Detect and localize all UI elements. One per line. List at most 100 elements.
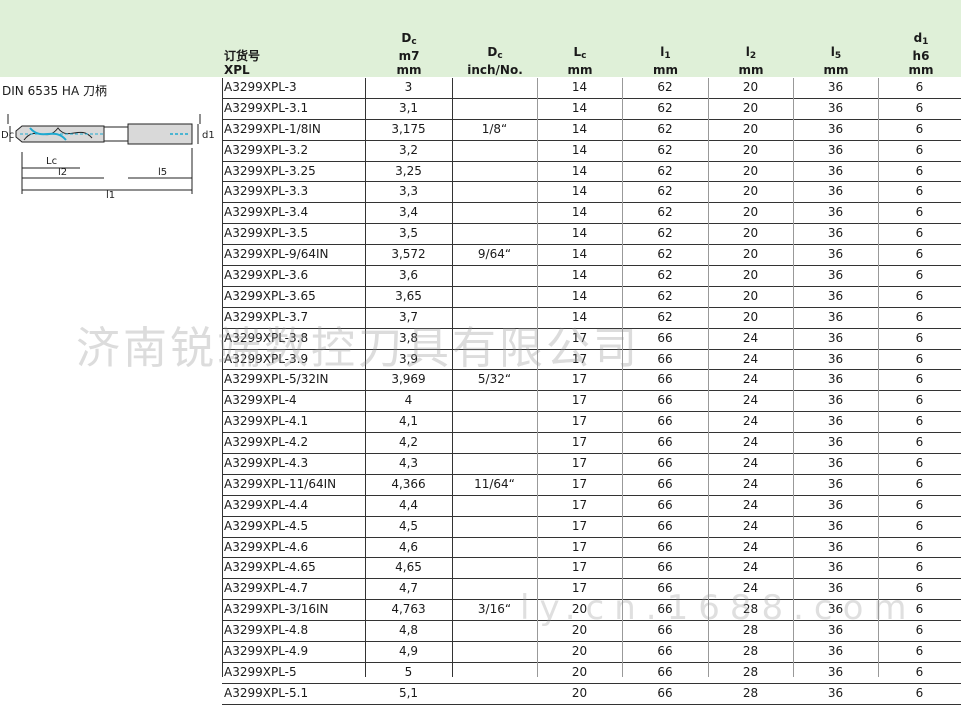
table-row: A3299XPL-3.3 3,3 14 62 20 36 6 — [222, 182, 961, 204]
table-row: A3299XPL-4.4 4,4 17 66 24 36 6 — [222, 496, 961, 517]
cell-l1: 62 — [657, 205, 673, 220]
cell-dc-inch — [452, 203, 537, 223]
cell-dc-metric: 5 — [404, 664, 413, 679]
cell-order-no: A3299XPL-3.2 — [224, 142, 309, 157]
cell-l5: 36 — [827, 560, 844, 575]
table-row: A3299XPL-3.6 3,6 14 62 20 36 6 — [222, 266, 961, 287]
cell-d1: 6 — [915, 560, 924, 575]
cell-dc-metric: 3 — [404, 80, 413, 94]
cell-l1: 62 — [657, 288, 673, 303]
table-row: A3299XPL-4.3 4,3 17 66 24 36 6 — [222, 454, 961, 475]
cell-l1: 62 — [657, 247, 673, 262]
cell-l5: 36 — [827, 247, 844, 262]
cell-l5: 36 — [827, 372, 844, 387]
label-l5: l5 — [158, 167, 167, 178]
cell-lc: 17 — [571, 476, 588, 491]
cell-l2: 28 — [742, 644, 759, 659]
watermark-url: ly.cn.1688.com — [520, 588, 917, 628]
cell-dc-metric: 3,175 — [391, 121, 426, 136]
header-l5: l5 mm — [823, 45, 849, 77]
cell-order-no: A3299XPL-4.4 — [224, 497, 309, 512]
cell-order-no: A3299XPL-3.4 — [224, 205, 309, 220]
cell-dc-inch — [452, 433, 537, 453]
cell-dc-inch — [452, 642, 537, 662]
cell-d1: 6 — [915, 539, 924, 554]
cell-l5: 36 — [827, 184, 844, 199]
cell-l1: 66 — [657, 644, 673, 659]
cell-lc: 17 — [571, 560, 588, 575]
cell-lc: 17 — [571, 435, 588, 450]
cell-dc-metric: 4,763 — [391, 602, 426, 617]
cell-l1: 62 — [657, 163, 673, 178]
table-row: A3299XPL-4.1 4,1 17 66 24 36 6 — [222, 412, 961, 434]
cell-d1: 6 — [915, 205, 924, 220]
cell-dc-inch — [452, 684, 537, 704]
cell-dc-metric: 3,65 — [395, 288, 422, 303]
cell-dc-metric: 4,7 — [398, 581, 419, 596]
cell-dc-inch — [452, 141, 537, 161]
cell-dc-inch — [452, 496, 537, 516]
cell-dc-inch: 11/64“ — [474, 476, 515, 491]
cell-d1: 6 — [915, 435, 924, 450]
header-order-no: 订货号 XPL — [224, 49, 261, 77]
cell-l5: 36 — [827, 685, 844, 700]
cell-l2: 20 — [742, 121, 759, 136]
cell-l1: 62 — [657, 226, 673, 241]
cell-order-no: A3299XPL-4.1 — [224, 414, 309, 429]
table-row: A3299XPL-4 4 17 66 24 36 6 — [222, 391, 961, 413]
table-row: A3299XPL-11/64IN 4,366 11/64“ 17 66 24 36 6 — [222, 475, 961, 496]
table-row: A3299XPL-3.25 3,25 14 62 20 36 6 — [222, 162, 961, 183]
cell-l1: 66 — [657, 560, 673, 575]
cell-d1: 6 — [915, 372, 924, 387]
table-row: A3299XPL-3.65 3,65 14 62 20 36 6 — [222, 287, 961, 308]
cell-l2: 28 — [742, 664, 759, 679]
cell-d1: 6 — [915, 664, 924, 679]
cell-l5: 36 — [827, 100, 844, 115]
cell-dc-metric: 3,6 — [398, 268, 419, 283]
table-row: A3299XPL-4.65 4,65 17 66 24 36 6 — [222, 558, 961, 580]
header-dc-metric: Dc m7 mm — [396, 31, 422, 77]
cell-lc: 17 — [571, 497, 588, 512]
cell-order-no: A3299XPL-4.8 — [224, 623, 309, 638]
cell-dc-metric: 4,4 — [398, 497, 419, 512]
cell-l1: 66 — [657, 393, 673, 408]
cell-dc-inch — [452, 78, 537, 98]
cell-l2: 20 — [742, 309, 759, 324]
cell-order-no: A3299XPL-1/8IN — [224, 121, 321, 136]
cell-l1: 66 — [657, 414, 673, 429]
cell-order-no: A3299XPL-11/64IN — [224, 476, 337, 491]
cell-order-no: A3299XPL-4.5 — [224, 518, 309, 533]
cell-dc-metric: 3,1 — [398, 100, 419, 115]
cell-d1: 6 — [915, 351, 924, 366]
cell-order-no: A3299XPL-3.25 — [224, 163, 316, 178]
cell-l5: 36 — [827, 476, 844, 491]
cell-lc: 14 — [571, 100, 588, 115]
cell-l1: 66 — [657, 497, 673, 512]
cell-l2: 24 — [742, 476, 759, 491]
table-row: A3299XPL-4.6 4,6 17 66 24 36 6 — [222, 538, 961, 559]
cell-l2: 20 — [742, 268, 759, 283]
cell-lc: 17 — [571, 393, 588, 408]
cell-d1: 6 — [915, 644, 924, 659]
table-row: A3299XPL-3 3 14 62 20 36 6 — [222, 78, 961, 99]
cell-l5: 36 — [827, 393, 844, 408]
cell-dc-inch — [452, 266, 537, 286]
cell-dc-metric: 4,6 — [398, 539, 419, 554]
cell-lc: 14 — [571, 226, 588, 241]
cell-d1: 6 — [915, 518, 924, 533]
cell-l2: 20 — [742, 288, 759, 303]
cell-dc-inch — [452, 454, 537, 474]
cell-dc-inch — [452, 287, 537, 307]
cell-d1: 6 — [915, 163, 924, 178]
cell-l5: 36 — [827, 435, 844, 450]
header-l1: l1 mm — [652, 45, 678, 77]
cell-d1: 6 — [915, 100, 924, 115]
cell-l2: 24 — [742, 351, 759, 366]
cell-lc: 14 — [571, 121, 588, 136]
cell-l5: 36 — [827, 205, 844, 220]
cell-l2: 20 — [742, 184, 759, 199]
cell-order-no: A3299XPL-4.3 — [224, 456, 309, 471]
cell-dc-metric: 4 — [404, 393, 413, 408]
cell-l5: 36 — [827, 142, 844, 157]
label-l1: l1 — [106, 190, 115, 201]
